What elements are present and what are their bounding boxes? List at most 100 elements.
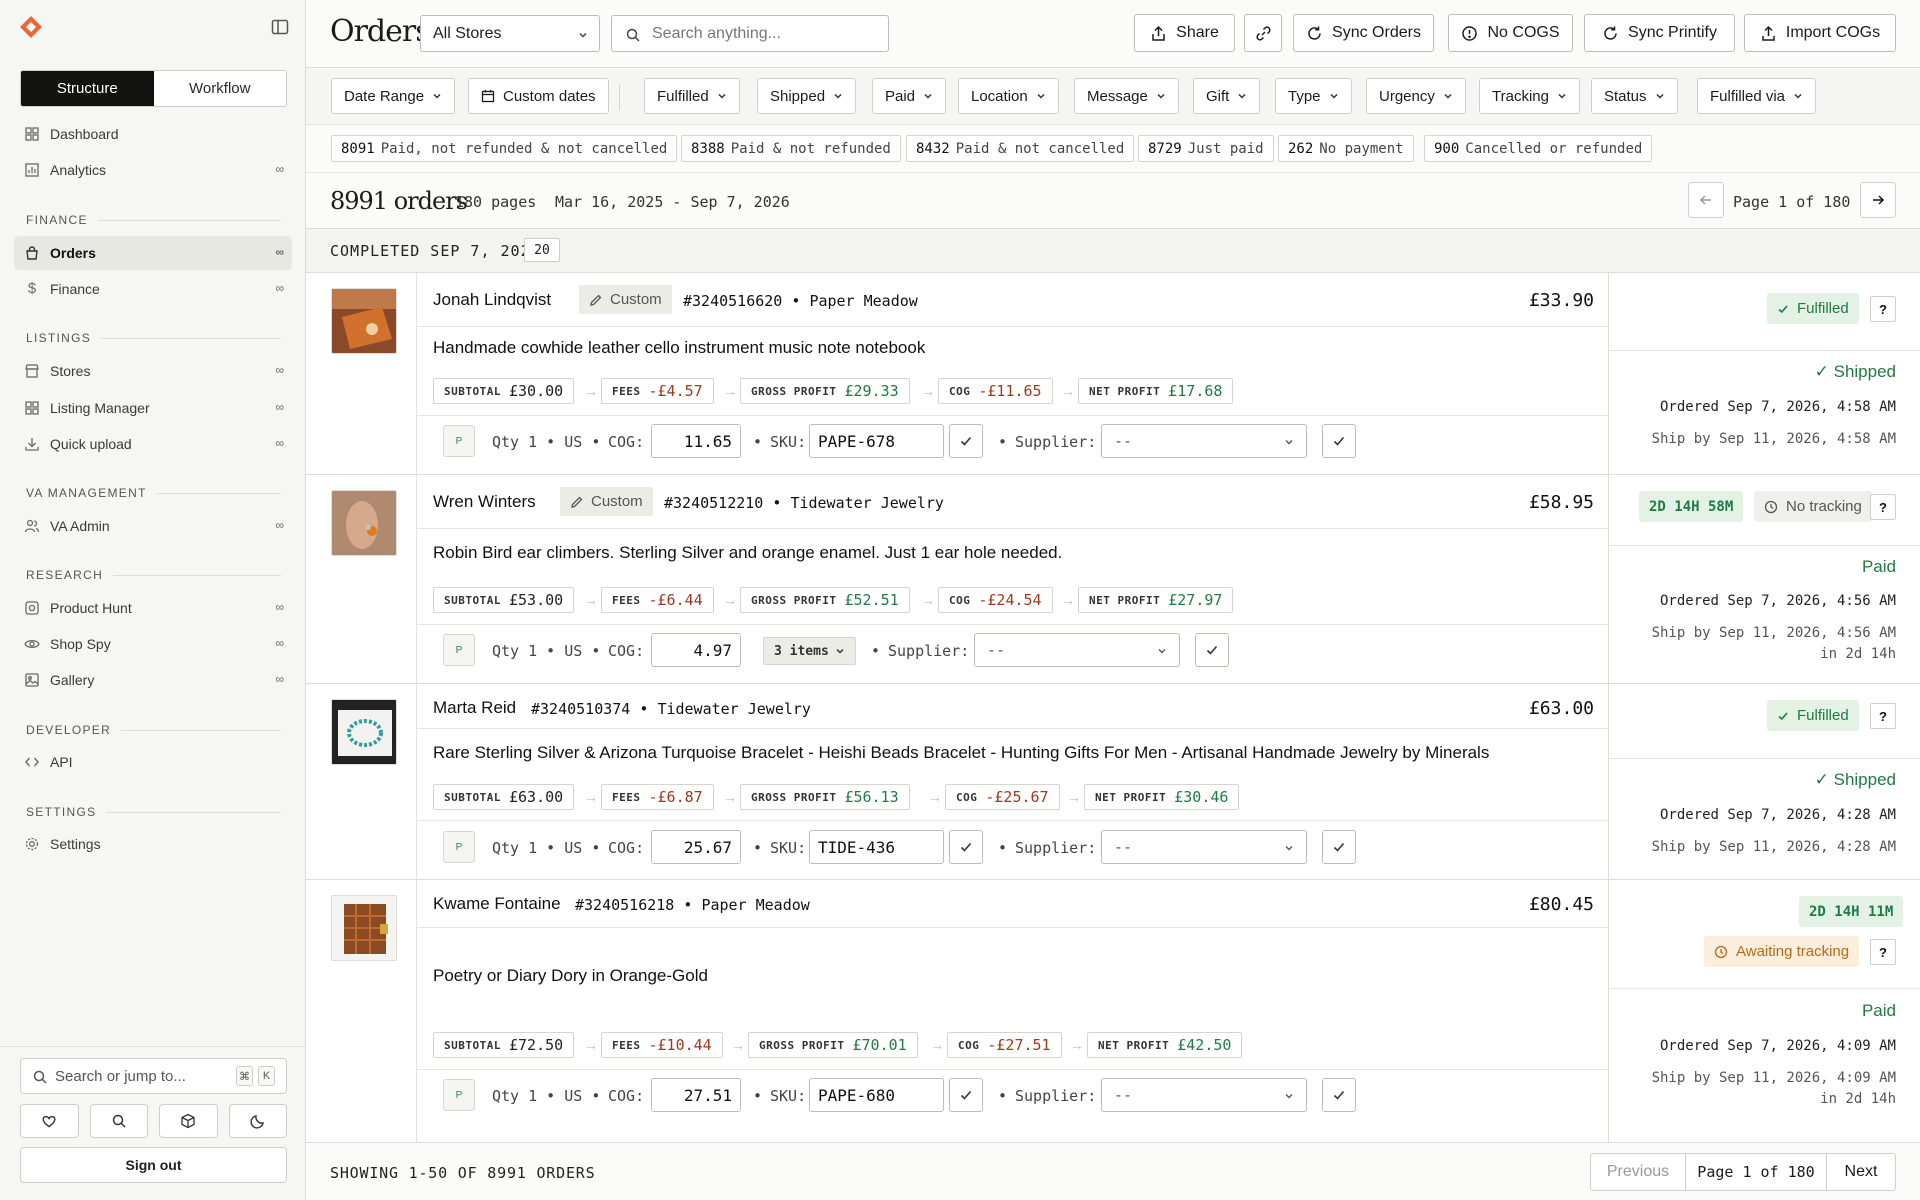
custom-tag[interactable]: Custom — [579, 285, 672, 314]
stat-chip[interactable]: 262 No payment — [1278, 135, 1414, 162]
stat-chip[interactable]: 8729 Just paid — [1138, 135, 1274, 162]
help-button[interactable]: ? — [1870, 703, 1896, 729]
sidebar-item-listing-manager[interactable]: Listing Manager ∞ — [14, 391, 292, 425]
sync-orders-button[interactable]: Sync Orders — [1293, 14, 1434, 52]
customer-name[interactable]: Marta Reid — [433, 698, 516, 718]
sidebar-item-shop-spy[interactable]: Shop Spy ∞ — [14, 627, 292, 661]
sidebar-item-settings[interactable]: Settings — [14, 827, 292, 861]
cog-input[interactable]: 4.97 — [651, 633, 741, 667]
filter-fulfilled[interactable]: Fulfilled — [644, 78, 740, 114]
moon-icon[interactable] — [228, 1104, 287, 1138]
next-button[interactable]: Next — [1826, 1153, 1896, 1191]
confirm-supplier-button[interactable] — [1195, 633, 1229, 667]
sidebar-item-orders[interactable]: Orders ∞ — [14, 236, 292, 270]
items-dropdown[interactable]: 3 items — [763, 637, 856, 665]
confirm-sku-button[interactable] — [949, 1078, 983, 1112]
filter-type[interactable]: Type — [1275, 78, 1352, 114]
import-cogs-button[interactable]: Import COGs — [1744, 14, 1896, 52]
order-number[interactable]: #3240510374 • Tidewater Jewelry — [531, 700, 811, 718]
filter-date-range[interactable]: Date Range — [331, 78, 456, 114]
sku-input[interactable]: TIDE-436 — [809, 830, 944, 864]
tab-structure[interactable]: Structure — [21, 71, 154, 106]
printify-icon[interactable]: P — [443, 831, 475, 863]
product-thumbnail[interactable] — [331, 490, 397, 556]
product-thumbnail[interactable] — [331, 288, 397, 354]
search-icon[interactable] — [89, 1104, 148, 1138]
order-row[interactable]: Jonah Lindqvist Custom #3240516620 • Pap… — [306, 273, 1920, 475]
printify-icon[interactable]: P — [443, 634, 475, 666]
filter-urgency[interactable]: Urgency — [1366, 78, 1466, 114]
supplier-select[interactable]: -- — [1101, 1078, 1307, 1112]
order-number[interactable]: #3240512210 • Tidewater Jewelry — [664, 494, 944, 512]
supplier-select[interactable]: -- — [974, 633, 1180, 667]
stat-chip[interactable]: 900 Cancelled or refunded — [1424, 135, 1653, 162]
no-cogs-button[interactable]: No COGS — [1448, 14, 1573, 52]
order-row[interactable]: Wren Winters Custom #3240512210 • Tidewa… — [306, 475, 1920, 684]
filter-location[interactable]: Location — [958, 78, 1059, 114]
printify-icon[interactable]: P — [443, 425, 475, 457]
product-thumbnail[interactable] — [331, 895, 397, 961]
heart-icon[interactable] — [20, 1104, 79, 1138]
confirm-sku-button[interactable] — [949, 830, 983, 864]
customer-name[interactable]: Jonah Lindqvist — [433, 290, 551, 310]
sidebar-item-api[interactable]: API — [14, 745, 292, 779]
filter-tracking[interactable]: Tracking — [1479, 78, 1580, 114]
order-row[interactable]: Kwame Fontaine #3240516218 • Paper Meado… — [306, 880, 1920, 1142]
help-button[interactable]: ? — [1870, 494, 1896, 520]
sidebar-item-quick-upload[interactable]: Quick upload ∞ — [14, 427, 292, 461]
cog-input[interactable]: 25.67 — [651, 830, 741, 864]
confirm-supplier-button[interactable] — [1322, 1078, 1356, 1112]
stat-chip[interactable]: 8388 Paid & not refunded — [681, 135, 901, 162]
sidebar-item-stores[interactable]: Stores ∞ — [14, 354, 292, 388]
supplier-select[interactable]: -- — [1101, 424, 1307, 458]
help-button[interactable]: ? — [1870, 296, 1896, 322]
store-select[interactable]: All Stores — [420, 15, 600, 52]
customer-name[interactable]: Wren Winters — [433, 492, 536, 512]
filter-shipped[interactable]: Shipped — [757, 78, 857, 114]
app-logo-icon[interactable] — [18, 14, 44, 40]
printify-icon[interactable]: P — [443, 1079, 475, 1111]
order-row[interactable]: Marta Reid #3240510374 • Tidewater Jewel… — [306, 684, 1920, 880]
sidebar-toggle-icon[interactable] — [270, 17, 290, 37]
previous-button[interactable]: Previous — [1590, 1153, 1686, 1191]
stat-chip[interactable]: 8432 Paid & not cancelled — [906, 135, 1135, 162]
filter-paid[interactable]: Paid — [872, 78, 947, 114]
sidebar-item-va-admin[interactable]: VA Admin ∞ — [14, 509, 292, 543]
sidebar-item-gallery[interactable]: Gallery ∞ — [14, 663, 292, 697]
arrow-right-icon[interactable] — [1860, 182, 1896, 218]
filter-custom-dates[interactable]: Custom dates — [468, 78, 609, 114]
sync-printify-button[interactable]: Sync Printify — [1584, 14, 1735, 52]
sidebar-item-dashboard[interactable]: Dashboard — [14, 117, 292, 151]
arrow-left-icon[interactable] — [1688, 182, 1724, 218]
cog-input[interactable]: 11.65 — [651, 424, 741, 458]
help-button[interactable]: ? — [1870, 939, 1896, 965]
product-title[interactable]: Robin Bird ear climbers. Sterling Silver… — [433, 543, 1062, 563]
order-number[interactable]: #3240516620 • Paper Meadow — [683, 292, 918, 310]
product-title[interactable]: Poetry or Diary Dory in Orange-Gold — [433, 966, 708, 986]
copy-link-button[interactable] — [1244, 14, 1282, 52]
sign-out-button[interactable]: Sign out — [20, 1147, 287, 1183]
confirm-supplier-button[interactable] — [1322, 830, 1356, 864]
confirm-supplier-button[interactable] — [1322, 424, 1356, 458]
cube-icon[interactable] — [159, 1104, 218, 1138]
product-thumbnail[interactable] — [331, 699, 397, 765]
sidebar-item-product-hunt[interactable]: Product Hunt ∞ — [14, 591, 292, 625]
customer-name[interactable]: Kwame Fontaine — [433, 894, 561, 914]
cog-input[interactable]: 27.51 — [651, 1078, 741, 1112]
stat-chip[interactable]: 8091 Paid, not refunded & not cancelled — [331, 135, 678, 162]
sku-input[interactable]: PAPE-680 — [809, 1078, 944, 1112]
supplier-select[interactable]: -- — [1101, 830, 1307, 864]
sku-input[interactable]: PAPE-678 — [809, 424, 944, 458]
share-button[interactable]: Share — [1134, 14, 1235, 52]
custom-tag[interactable]: Custom — [560, 487, 653, 516]
filter-message[interactable]: Message — [1074, 78, 1179, 114]
sidebar-search-input[interactable]: Search or jump to... ⌘ K — [20, 1058, 287, 1094]
product-title[interactable]: Handmade cowhide leather cello instrumen… — [433, 338, 925, 358]
filter-fulfilled-via[interactable]: Fulfilled via — [1697, 78, 1817, 114]
order-number[interactable]: #3240516218 • Paper Meadow — [575, 896, 810, 914]
filter-status[interactable]: Status — [1591, 78, 1678, 114]
sidebar-item-finance[interactable]: $ Finance ∞ — [14, 272, 292, 306]
sidebar-item-analytics[interactable]: Analytics ∞ — [14, 153, 292, 187]
filter-gift[interactable]: Gift — [1193, 78, 1261, 114]
tab-workflow[interactable]: Workflow — [154, 71, 287, 106]
